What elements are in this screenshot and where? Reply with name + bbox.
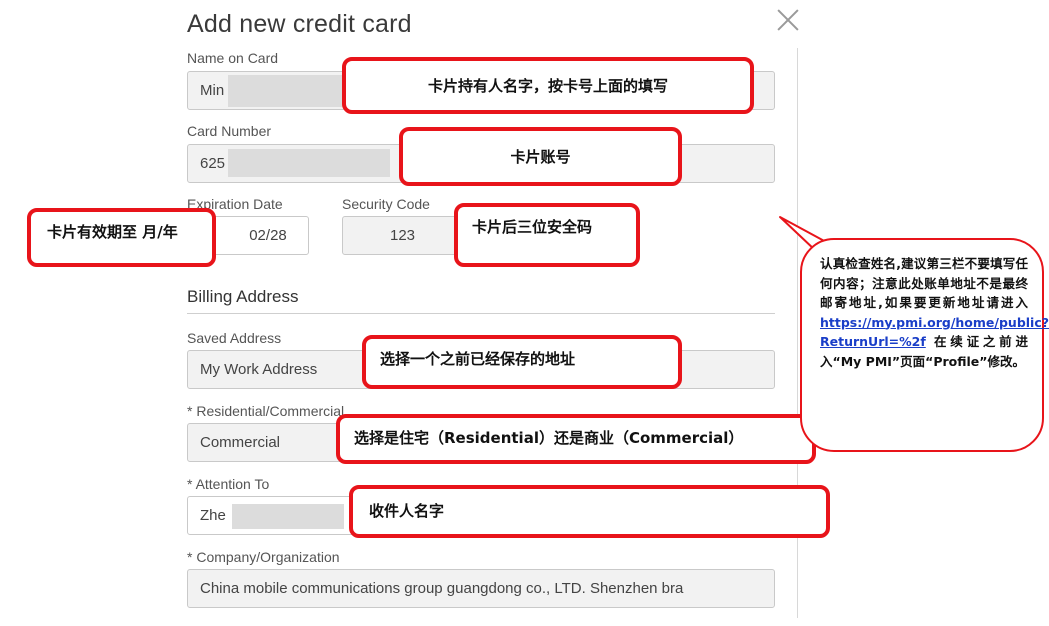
redaction-mask xyxy=(228,75,348,107)
company-organization-label: * Company/Organization xyxy=(187,549,340,565)
annotation-text: 卡片后三位安全码 xyxy=(472,218,593,236)
note-speech-bubble: 认真检查姓名,建议第三栏不要填写任何内容；注意此处账单地址不是最终邮寄地址,如果… xyxy=(800,238,1049,452)
annotation-text: 卡片账号 xyxy=(510,148,571,166)
attention-to-value: Zhe xyxy=(200,507,226,524)
annotation-text: 收件人名字 xyxy=(369,502,445,520)
redaction-mask xyxy=(232,504,344,529)
note-text: 认真检查姓名,建议第三栏不要填写任何内容；注意此处账单地址不是最终邮寄地址,如果… xyxy=(820,256,1028,310)
annotation-text: 选择是住宅（Residential）还是商业（Commercial） xyxy=(354,429,744,447)
annotation-text: 卡片有效期至 月/年 xyxy=(47,223,178,241)
name-on-card-label: Name on Card xyxy=(187,50,279,66)
redaction-mask xyxy=(228,149,390,177)
annotation-saved-address: 选择一个之前已经保存的地址 xyxy=(362,335,682,389)
company-organization-input[interactable]: China mobile communications group guangd… xyxy=(187,569,775,608)
security-code-value: 123 xyxy=(390,227,416,244)
saved-address-label: Saved Address xyxy=(187,330,282,346)
close-icon[interactable] xyxy=(776,8,800,32)
residential-commercial-value: Commercial xyxy=(200,434,281,451)
modal-title: Add new credit card xyxy=(187,10,412,38)
card-number-value: 625 xyxy=(200,155,226,172)
attention-to-label: * Attention To xyxy=(187,476,270,492)
card-number-label: Card Number xyxy=(187,123,272,139)
annotation-security-code: 卡片后三位安全码 xyxy=(454,203,640,267)
annotation-residential-commercial: 选择是住宅（Residential）还是商业（Commercial） xyxy=(336,414,816,464)
residential-commercial-label: * Residential/Commercial xyxy=(187,403,345,419)
annotation-card-number: 卡片账号 xyxy=(399,127,682,186)
billing-address-heading: Billing Address xyxy=(187,287,299,306)
company-organization-value: China mobile communications group guangd… xyxy=(200,580,684,597)
security-code-input[interactable]: 123 xyxy=(342,216,464,255)
annotation-expiration-date: 卡片有效期至 月/年 xyxy=(27,208,216,267)
annotation-text: 选择一个之前已经保存的地址 xyxy=(380,350,576,368)
annotation-name-on-card: 卡片持有人名字，按卡号上面的填写 xyxy=(342,57,754,114)
name-on-card-value: Min xyxy=(200,82,225,99)
annotation-attention-to: 收件人名字 xyxy=(349,485,830,538)
annotation-text: 卡片持有人名字，按卡号上面的填写 xyxy=(427,77,668,95)
saved-address-value: My Work Address xyxy=(200,361,318,378)
expiration-date-value: 02/28 xyxy=(249,227,287,244)
section-divider xyxy=(187,313,775,314)
security-code-label: Security Code xyxy=(342,196,430,212)
